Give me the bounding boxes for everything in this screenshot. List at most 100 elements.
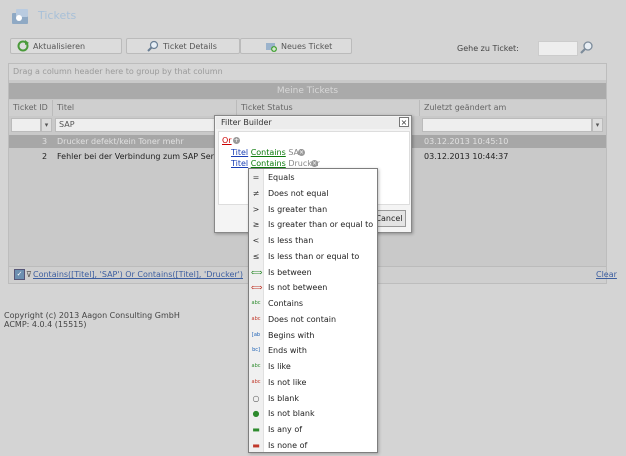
greater-than-icon: > [252,204,260,214]
group-operator-link[interactable]: Or [222,136,232,145]
menu-item-label: Contains [268,299,304,308]
column-header-titel[interactable]: Titel [53,100,237,116]
search-icon[interactable] [580,40,594,54]
menu-item[interactable]: < Is less than [249,233,377,248]
condition-field-link[interactable]: Titel [231,148,248,157]
column-header-last-modified[interactable]: Zuletzt geändert am [420,100,606,116]
not-contains-icon: abc [251,315,261,322]
equals-icon: = [252,173,260,182]
remove-condition-icon[interactable]: × [311,160,318,167]
ticket-details-button[interactable]: Ticket Details [126,38,240,54]
menu-item[interactable]: abc Is like [249,359,377,374]
cell-date: 03.12.2013 10:45:10 [424,137,509,146]
filter-button-last-modified[interactable]: ▾ [592,118,603,132]
filter-expression-link[interactable]: Contains([Titel], 'SAP') Or Contains([Ti… [33,270,243,279]
magnifier-icon [147,40,159,52]
grid-title: Meine Tickets [9,83,606,99]
menu-item[interactable]: [ab Begins with [249,328,377,343]
add-condition-icon[interactable]: + [233,137,240,144]
filter-button-ticket-id[interactable]: ▾ [41,118,52,132]
menu-item[interactable]: abc Contains [249,296,377,311]
condition-field-link[interactable]: Titel [231,159,248,168]
dialog-title: Filter Builder [216,117,410,129]
menu-item-label: Is less than or equal to [268,251,360,261]
copyright-text: Copyright (c) 2013 Aagon Consulting GmbH [4,311,180,320]
condition-operator-link[interactable]: Contains [251,159,286,168]
tickets-icon [10,7,32,25]
contains-icon: abc [251,300,261,306]
less-equal-icon: ≤ [252,251,260,261]
menu-item-label: Equals [268,173,295,182]
menu-item[interactable]: ≤ Is less than or equal to [249,249,377,264]
group-panel[interactable]: Drag a column header here to group by th… [9,64,606,80]
filter-cell-titel[interactable]: SAP [55,118,215,132]
menu-item[interactable]: abc Does not contain [249,312,377,327]
menu-item[interactable]: ○ Is blank [249,391,377,406]
filter-enabled-checkbox[interactable]: ✓ [14,269,25,280]
menu-item[interactable]: > Is greater than [249,202,377,217]
cell-ticket-id: 3 [42,137,48,146]
not-between-icon: ⟺ [251,283,263,293]
menu-item-label: Is any of [268,425,303,434]
blank-icon: ○ [252,393,260,403]
page-title: Tickets [38,9,77,22]
column-header-ticket-status[interactable]: Ticket Status [237,100,420,116]
filter-condition: Titel Contains Drucker [231,159,320,168]
menu-item[interactable]: = Equals [249,170,377,185]
remove-condition-icon[interactable]: × [298,149,305,156]
menu-item-label: Is none of [268,440,308,450]
any-of-icon: ▬ [252,425,260,434]
menu-item-label: Is not blank [268,409,315,419]
menu-item[interactable]: ⟺ Is between [249,265,377,280]
menu-item[interactable]: ⟺ Is not between [249,280,377,295]
goto-ticket-input[interactable] [538,41,578,56]
menu-item-label: Is less than [268,236,314,245]
menu-item-label: Is between [268,267,312,277]
menu-item[interactable]: bc] Ends with [249,343,377,358]
menu-item[interactable]: ▬ Is none of [249,438,377,453]
menu-item-label: Begins with [268,330,315,340]
filter-cell-last-modified[interactable] [422,118,592,132]
refresh-icon [17,39,29,52]
less-than-icon: < [252,236,260,245]
ends-with-icon: bc] [252,347,260,354]
new-ticket-label: Neues Ticket [281,42,333,51]
greater-equal-icon: ≥ [252,220,260,230]
column-header-ticket-id[interactable]: Ticket ID [9,100,53,116]
menu-item-label: Is not between [268,283,328,293]
menu-item[interactable]: ≥ Is greater than or equal to [249,217,377,232]
menu-item-label: Is like [268,362,291,371]
clear-filter-link[interactable]: Clear [596,270,617,279]
between-icon: ⟺ [251,267,263,277]
filter-cell-ticket-id[interactable] [11,118,41,132]
menu-item-label: Is not like [268,377,307,387]
cell-titel: Fehler bei der Verbindung zum SAP Server [57,152,227,161]
refresh-button[interactable]: Aktualisieren [10,38,122,54]
like-icon: abc [251,363,261,369]
menu-item[interactable]: ● Is not blank [249,406,377,421]
begins-with-icon: [ab [251,331,261,338]
none-of-icon: ▬ [252,440,260,450]
close-icon[interactable]: × [399,117,409,127]
not-like-icon: abc [251,378,261,385]
menu-item-label: Does not contain [268,314,337,324]
cell-titel: Drucker defekt/kein Toner mehr [57,137,184,146]
not-blank-icon: ● [252,409,260,419]
menu-item[interactable]: abc Is not like [249,375,377,390]
version-text: ACMP: 4.0.4 (15515) [4,320,87,329]
ticket-details-label: Ticket Details [163,42,217,51]
menu-item[interactable]: ▬ Is any of [249,422,377,437]
condition-operator-link[interactable]: Contains [251,148,286,157]
filter-condition: Titel Contains SAP [231,148,304,157]
menu-item-label: Ends with [268,346,307,356]
not-equal-icon: ≠ [252,188,260,198]
refresh-label: Aktualisieren [33,42,86,51]
filter-icon: ⊽ [26,270,32,279]
goto-ticket-label: Gehe zu Ticket: [457,44,519,53]
menu-item-label: Is greater than [268,204,328,214]
menu-item-label: Does not equal [268,188,329,198]
menu-item[interactable]: ≠ Does not equal [249,186,377,201]
new-ticket-button[interactable]: Neues Ticket [240,38,352,54]
new-ticket-icon [265,40,277,52]
menu-item-label: Is blank [268,393,299,403]
